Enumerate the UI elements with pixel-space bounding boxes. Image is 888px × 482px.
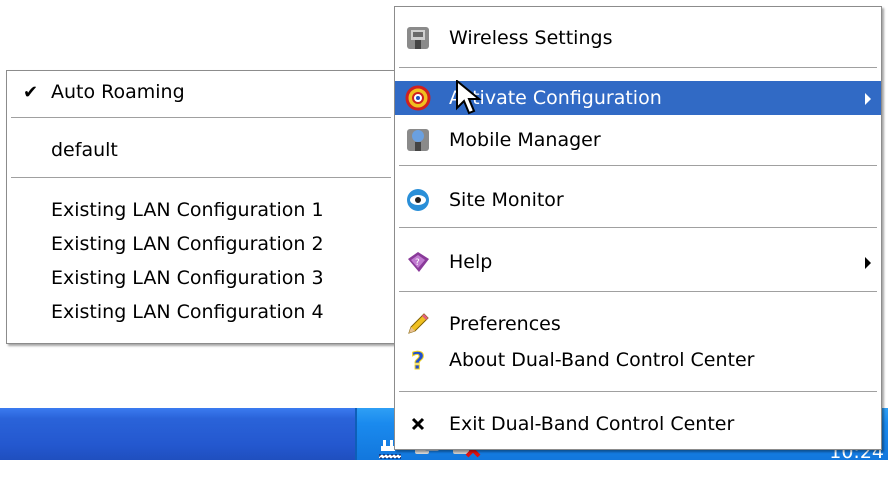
submenu-item-label: Auto Roaming <box>51 81 185 103</box>
submenu-item-existing-lan-2[interactable]: Existing LAN Configuration 2 <box>7 227 395 261</box>
question-mark-icon: ? <box>405 347 431 376</box>
close-x-icon <box>405 411 431 437</box>
submenu-item-default[interactable]: default <box>7 133 395 167</box>
submenu-item-label: Existing LAN Configuration 2 <box>51 233 324 255</box>
menu-item-label: About Dual-Band Control Center <box>449 349 755 371</box>
menu-item-label: Wireless Settings <box>449 27 613 49</box>
submenu-item-label: Existing LAN Configuration 3 <box>51 267 324 289</box>
menu-item-mobile-manager[interactable]: Mobile Manager <box>395 123 881 157</box>
menu-item-label: Mobile Manager <box>449 129 601 151</box>
separator <box>399 165 877 167</box>
tray-context-menu: Wireless Settings Activate Configuration… <box>394 6 882 450</box>
submenu-item-auto-roaming[interactable]: ✔ Auto Roaming <box>7 75 395 109</box>
separator <box>399 391 877 393</box>
menu-item-label: Exit Dual-Band Control Center <box>449 413 735 435</box>
menu-item-about[interactable]: ? About Dual-Band Control Center <box>395 343 881 377</box>
check-icon: ✔ <box>23 82 39 103</box>
submenu-arrow-icon <box>865 257 871 269</box>
monitor-eye-icon <box>405 187 431 213</box>
separator <box>399 291 877 293</box>
pencil-icon <box>405 311 431 337</box>
menu-item-site-monitor[interactable]: Site Monitor <box>395 183 881 217</box>
menu-item-help[interactable]: ? Help <box>395 245 881 279</box>
submenu-item-label: Existing LAN Configuration 1 <box>51 199 324 221</box>
separator <box>399 67 877 69</box>
submenu-item-label: Existing LAN Configuration 4 <box>51 301 324 323</box>
menu-item-label: Preferences <box>449 313 561 335</box>
submenu-item-existing-lan-3[interactable]: Existing LAN Configuration 3 <box>7 261 395 295</box>
separator <box>399 227 877 229</box>
menu-item-preferences[interactable]: Preferences <box>395 307 881 341</box>
submenu-arrow-icon <box>865 93 871 105</box>
submenu-item-existing-lan-1[interactable]: Existing LAN Configuration 1 <box>7 193 395 227</box>
menu-item-label: Help <box>449 251 493 273</box>
submenu-item-existing-lan-4[interactable]: Existing LAN Configuration 4 <box>7 295 395 329</box>
network-card-icon <box>405 25 431 51</box>
menu-item-label: Site Monitor <box>449 189 564 211</box>
submenu-item-label: default <box>51 139 118 161</box>
target-icon <box>405 85 431 111</box>
menu-item-exit[interactable]: Exit Dual-Band Control Center <box>395 407 881 441</box>
svg-text:?: ? <box>415 258 420 268</box>
network-card-icon <box>405 127 431 153</box>
menu-item-wireless-settings[interactable]: Wireless Settings <box>395 21 881 55</box>
activate-configuration-submenu: ✔ Auto Roaming default Existing LAN Conf… <box>6 70 396 344</box>
mouse-cursor-icon <box>456 78 482 125</box>
separator <box>11 117 391 119</box>
help-book-icon: ? <box>405 249 431 275</box>
svg-text:?: ? <box>411 347 425 373</box>
separator <box>11 177 391 179</box>
